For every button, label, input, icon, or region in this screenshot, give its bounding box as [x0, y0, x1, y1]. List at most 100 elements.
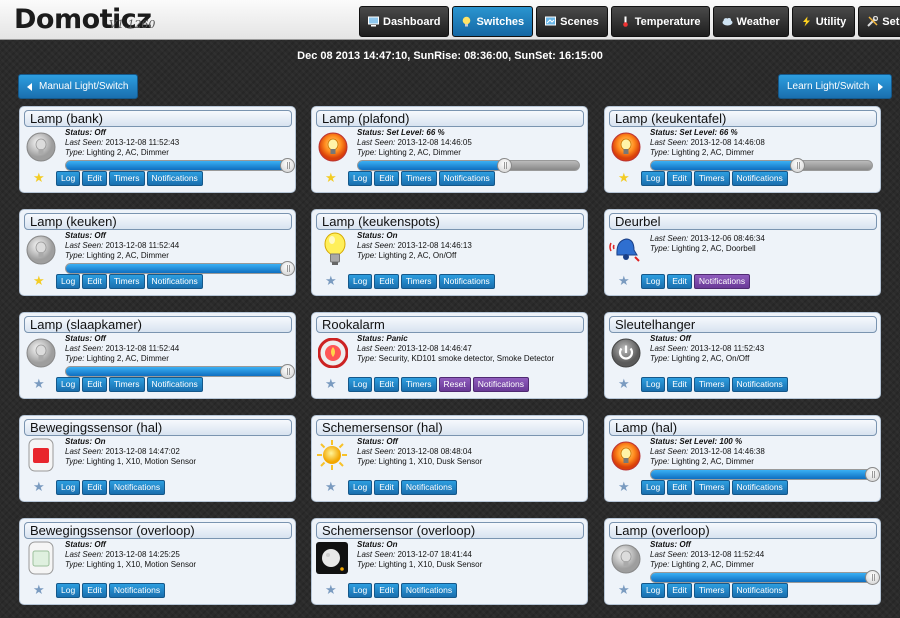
notifications-button[interactable]: Notifications	[731, 583, 788, 598]
dimmer-slider[interactable]	[650, 158, 873, 173]
edit-button[interactable]: Edit	[667, 583, 692, 598]
log-button[interactable]: Log	[348, 583, 373, 598]
edit-button[interactable]: Edit	[82, 583, 107, 598]
edit-button[interactable]: Edit	[374, 583, 399, 598]
timers-button[interactable]: Timers	[693, 583, 730, 598]
nav-utility-button[interactable]: Utility	[791, 6, 856, 37]
dimmer-slider-handle[interactable]	[496, 158, 512, 173]
favorite-star-icon[interactable]: ★	[325, 171, 337, 184]
log-button[interactable]: Log	[641, 274, 666, 289]
dimmer-slider-handle[interactable]	[865, 467, 880, 482]
nav-dashboard-button[interactable]: Dashboard	[359, 6, 450, 37]
edit-button[interactable]: Edit	[667, 171, 692, 186]
timers-button[interactable]: Timers	[693, 480, 730, 495]
favorite-star-icon[interactable]: ★	[618, 377, 630, 390]
dimmer-slider-handle[interactable]	[789, 158, 805, 173]
bulb-off-icon[interactable]	[611, 544, 641, 574]
log-button[interactable]: Log	[56, 171, 81, 186]
notifications-button[interactable]: Notifications	[693, 274, 751, 289]
bulb-off-icon[interactable]	[26, 235, 56, 265]
notifications-button[interactable]: Notifications	[438, 274, 495, 289]
favorite-star-icon[interactable]: ★	[33, 377, 45, 390]
favorite-star-icon[interactable]: ★	[325, 583, 337, 596]
nav-setup-button[interactable]: Setup▼	[858, 6, 900, 37]
dimmer-slider[interactable]	[65, 158, 295, 173]
log-button[interactable]: Log	[641, 377, 666, 392]
dimmer-slider[interactable]	[650, 570, 880, 585]
nav-weather-button[interactable]: Weather	[712, 6, 789, 37]
edit-button[interactable]: Edit	[374, 480, 399, 495]
log-button[interactable]: Log	[56, 583, 81, 598]
favorite-star-icon[interactable]: ★	[325, 377, 337, 390]
nav-scenes-button[interactable]: Scenes	[536, 6, 608, 37]
nav-temperature-button[interactable]: Temperature	[610, 6, 710, 37]
timers-button[interactable]: Timers	[400, 274, 437, 289]
smoke-alarm-icon[interactable]	[317, 337, 349, 369]
dimmer-slider-handle[interactable]	[865, 570, 880, 585]
favorite-star-icon[interactable]: ★	[33, 583, 45, 596]
reset-button[interactable]: Reset	[438, 377, 471, 392]
bulb-yellow-icon[interactable]	[320, 232, 350, 265]
edit-button[interactable]: Edit	[374, 377, 399, 392]
notifications-button[interactable]: Notifications	[146, 274, 203, 289]
log-button[interactable]: Log	[348, 274, 373, 289]
edit-button[interactable]: Edit	[374, 171, 399, 186]
notifications-button[interactable]: Notifications	[146, 171, 203, 186]
favorite-star-icon[interactable]: ★	[618, 171, 630, 184]
bulb-off-icon[interactable]	[26, 132, 56, 162]
favorite-star-icon[interactable]: ★	[33, 480, 45, 493]
log-button[interactable]: Log	[348, 480, 373, 495]
edit-button[interactable]: Edit	[82, 377, 107, 392]
sun-icon[interactable]	[316, 439, 347, 470]
favorite-star-icon[interactable]: ★	[33, 274, 45, 287]
moon-icon[interactable]	[316, 542, 348, 574]
notifications-button[interactable]: Notifications	[400, 480, 458, 495]
timers-button[interactable]: Timers	[693, 377, 730, 392]
log-button[interactable]: Log	[56, 274, 81, 289]
timers-button[interactable]: Timers	[400, 377, 437, 392]
log-button[interactable]: Log	[641, 171, 666, 186]
edit-button[interactable]: Edit	[374, 274, 399, 289]
notifications-button[interactable]: Notifications	[108, 583, 166, 598]
notifications-button[interactable]: Notifications	[731, 480, 788, 495]
bulb-on-icon[interactable]	[318, 132, 348, 162]
edit-button[interactable]: Edit	[82, 480, 107, 495]
power-icon[interactable]	[611, 338, 641, 368]
timers-button[interactable]: Timers	[693, 171, 730, 186]
notifications-button[interactable]: Notifications	[146, 377, 203, 392]
bulb-on-icon[interactable]	[611, 441, 641, 471]
dimmer-slider-handle[interactable]	[280, 364, 295, 379]
edit-button[interactable]: Edit	[667, 274, 692, 289]
favorite-star-icon[interactable]: ★	[618, 480, 630, 493]
dimmer-slider[interactable]	[650, 467, 880, 482]
favorite-star-icon[interactable]: ★	[618, 274, 630, 287]
favorite-star-icon[interactable]: ★	[33, 171, 45, 184]
edit-button[interactable]: Edit	[82, 171, 107, 186]
motion-on-icon[interactable]	[28, 438, 58, 472]
log-button[interactable]: Log	[348, 171, 373, 186]
log-button[interactable]: Log	[641, 583, 666, 598]
favorite-star-icon[interactable]: ★	[325, 274, 337, 287]
doorbell-icon[interactable]	[608, 233, 640, 263]
notifications-button[interactable]: Notifications	[438, 171, 495, 186]
manual-light-switch-button[interactable]: Manual Light/Switch	[18, 74, 138, 99]
timers-button[interactable]: Timers	[108, 274, 145, 289]
log-button[interactable]: Log	[56, 377, 81, 392]
edit-button[interactable]: Edit	[667, 377, 692, 392]
notifications-button[interactable]: Notifications	[108, 480, 166, 495]
motion-off-icon[interactable]	[28, 541, 58, 575]
favorite-star-icon[interactable]: ★	[325, 480, 337, 493]
dimmer-slider[interactable]	[357, 158, 580, 173]
notifications-button[interactable]: Notifications	[472, 377, 530, 392]
dimmer-slider[interactable]	[65, 364, 295, 379]
timers-button[interactable]: Timers	[400, 171, 437, 186]
dimmer-slider-handle[interactable]	[280, 158, 295, 173]
log-button[interactable]: Log	[641, 480, 666, 495]
dimmer-slider[interactable]	[65, 261, 295, 276]
bulb-on-icon[interactable]	[611, 132, 641, 162]
notifications-button[interactable]: Notifications	[731, 171, 788, 186]
timers-button[interactable]: Timers	[108, 171, 145, 186]
favorite-star-icon[interactable]: ★	[618, 583, 630, 596]
nav-switches-button[interactable]: Switches	[452, 6, 534, 37]
bulb-off-icon[interactable]	[26, 338, 56, 368]
